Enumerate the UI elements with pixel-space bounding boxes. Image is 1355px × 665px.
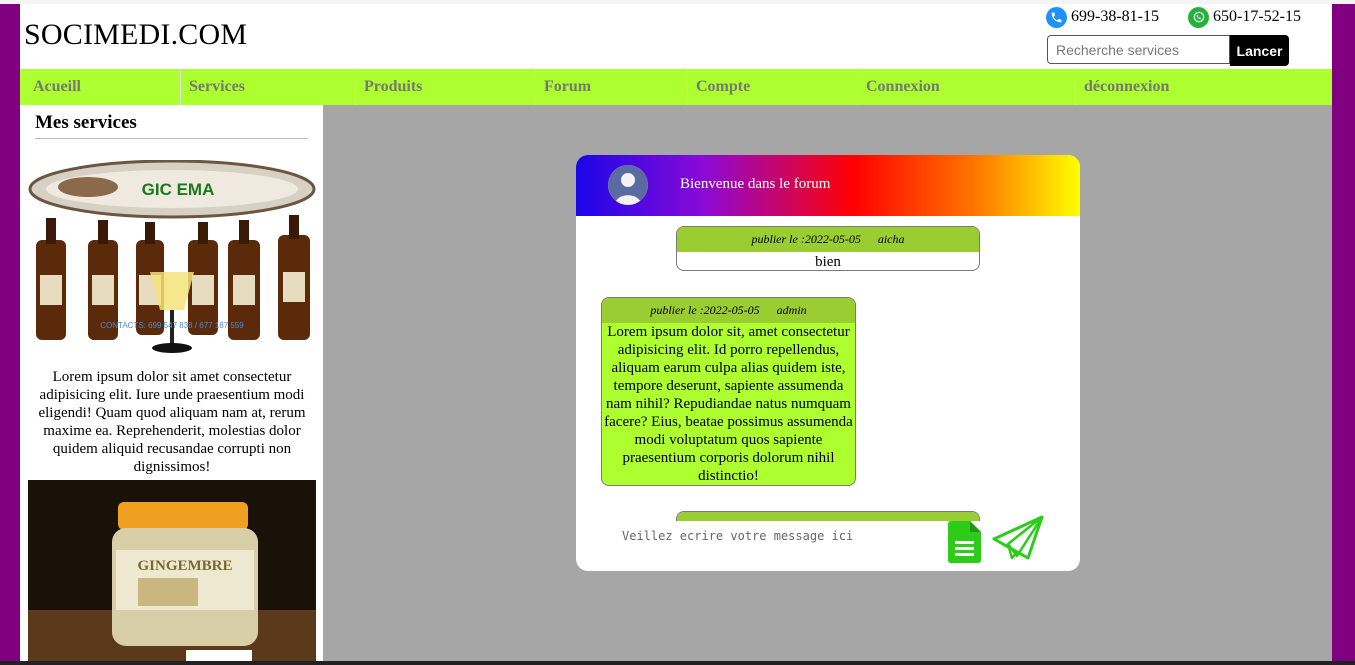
message-body: Lorem ipsum dolor sit, amet consectetur … bbox=[604, 324, 853, 484]
whatsapp-icon bbox=[1188, 6, 1209, 28]
chat-title: Bienvenue dans le forum bbox=[680, 176, 831, 192]
whatsapp-number: 650-17-52-15 bbox=[1213, 8, 1301, 25]
nav-item-connexion[interactable]: Connexion bbox=[857, 69, 1075, 105]
whatsapp-contact[interactable]: 650-17-52-15 bbox=[1188, 6, 1301, 28]
chat-header: Bienvenue dans le forum bbox=[576, 155, 1080, 216]
message-body: bien bbox=[815, 254, 841, 270]
nav-item-compte[interactable]: Compte bbox=[687, 69, 857, 105]
message-meta: publier le :2022-05-05 aicha bbox=[677, 227, 979, 252]
message-date: publier le :2022-05-05 bbox=[650, 303, 760, 317]
product-label: GINGEMBRE bbox=[137, 558, 232, 574]
message-meta: publier le :2022-05-05 admin bbox=[602, 298, 855, 323]
message-item: publier le :2022-05-05 admin Lorem ipsum… bbox=[601, 297, 856, 486]
message-item: publier le :2022-05-05 aicha bien bbox=[676, 226, 980, 271]
search-input[interactable] bbox=[1047, 35, 1230, 64]
main-nav: Acueill Services Produits Forum Compte C… bbox=[20, 69, 1332, 105]
contact-caption: CONTACTS: 699 547 838 / 677 187 559 bbox=[100, 321, 244, 330]
forum-chat-panel: Bienvenue dans le forum publier le :2022… bbox=[576, 155, 1080, 571]
bottom-border bbox=[0, 661, 1355, 665]
nav-item-deconnexion[interactable]: déconnexion bbox=[1075, 69, 1275, 105]
service-image-gingembre[interactable]: GINGEMBRE bbox=[28, 480, 316, 665]
message-author: admin bbox=[776, 303, 807, 317]
service-description: Lorem ipsum dolor sit amet consectetur a… bbox=[38, 369, 306, 475]
phone-icon bbox=[1046, 6, 1067, 28]
site-brand[interactable]: SOCIMEDI.COM bbox=[24, 18, 247, 52]
page: SOCIMEDI.COM 699-38-81-15 650-17-52-15 L… bbox=[20, 4, 1332, 665]
message-date: publier le :2022-05-05 bbox=[751, 232, 861, 246]
send-paper-plane-icon[interactable] bbox=[992, 514, 1045, 562]
message-meta bbox=[677, 512, 979, 521]
message-item-partial bbox=[676, 511, 980, 521]
document-icon[interactable] bbox=[946, 520, 982, 564]
nav-item-acueill[interactable]: Acueill bbox=[25, 69, 180, 105]
nav-item-produits[interactable]: Produits bbox=[355, 69, 535, 105]
nav-item-services[interactable]: Services bbox=[180, 69, 355, 105]
sidebar-title: Mes services bbox=[35, 112, 308, 139]
message-input[interactable] bbox=[614, 521, 924, 551]
nav-item-forum[interactable]: Forum bbox=[535, 69, 687, 105]
sidebar: Mes services GIC EMA CONTACTS: 699 547 8… bbox=[20, 105, 323, 665]
message-author: aicha bbox=[877, 232, 905, 246]
phone-contact[interactable]: 699-38-81-15 bbox=[1046, 6, 1159, 28]
search-button[interactable]: Lancer bbox=[1230, 35, 1289, 66]
logo-text: GIC EMA bbox=[142, 180, 215, 199]
service-image-honey-wine[interactable]: GIC EMA CONTACTS: 699 547 838 / 677 187 … bbox=[28, 160, 316, 360]
phone-number: 699-38-81-15 bbox=[1071, 8, 1159, 25]
user-avatar-icon bbox=[608, 165, 648, 205]
main-content: Bienvenue dans le forum publier le :2022… bbox=[323, 105, 1332, 665]
